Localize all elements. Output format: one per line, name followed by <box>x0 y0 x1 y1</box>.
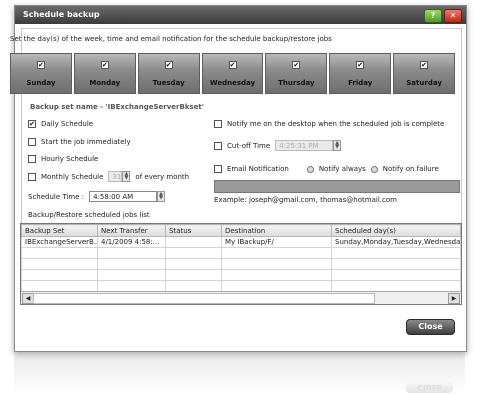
intro-text: Set the day(s) of the week, time and ema… <box>10 35 332 43</box>
month-day-spinner[interactable]: ▲ ▼ <box>122 171 131 182</box>
day-sunday[interactable]: ✔ Sunday <box>10 53 72 94</box>
start-immediately-label: Start the job immediately <box>41 138 131 146</box>
cell-status <box>165 236 222 248</box>
cutoff-time-checkbox[interactable] <box>214 141 222 150</box>
day-monday[interactable]: ✔ Monday <box>73 53 136 94</box>
title-bar: Schedule backup ? ✕ <box>15 6 466 24</box>
email-address-input[interactable] <box>214 180 460 193</box>
close-button-reflection: Close <box>406 381 453 393</box>
jobs-list-title: Backup/Restore scheduled jobs list <box>28 211 150 219</box>
schedule-time-spinner[interactable]: ▲ ▼ <box>157 191 166 202</box>
month-day-field[interactable]: 31 <box>108 171 123 182</box>
cell-next-transfer: 4/1/2009 4:58:... <box>97 236 166 248</box>
hourly-schedule-label: Hourly Schedule <box>41 155 99 163</box>
monday-checkbox[interactable]: ✔ <box>100 61 109 69</box>
day-friday[interactable]: ✔ Friday <box>329 53 392 94</box>
day-label: Thursday <box>278 79 315 87</box>
day-tuesday[interactable]: ✔ Tuesday <box>137 53 200 94</box>
tuesday-checkbox[interactable]: ✔ <box>164 61 173 69</box>
start-immediately-option[interactable]: Start the job immediately <box>28 138 131 146</box>
window-reflection <box>14 352 465 394</box>
schedule-time-option: Schedule Time : 4:58:00 AM ▲ ▼ <box>28 191 166 202</box>
day-saturday[interactable]: ✔ Saturday <box>393 53 456 94</box>
table-row <box>21 258 461 270</box>
schedule-time-label: Schedule Time : <box>28 192 85 201</box>
close-window-icon[interactable]: ✕ <box>444 9 462 23</box>
column-header-next-transfer[interactable]: Next Transfer <box>97 224 166 237</box>
notify-failure-label: Notify on failure <box>382 165 439 173</box>
table-row <box>21 269 461 281</box>
day-wednesday[interactable]: ✔ Wednesday <box>201 53 264 94</box>
day-label: Friday <box>348 79 373 87</box>
thursday-checkbox[interactable]: ✔ <box>292 61 301 69</box>
daily-schedule-option[interactable]: ✔ Daily Schedule <box>28 120 93 128</box>
notify-always-label: Notify always <box>318 165 366 173</box>
daily-schedule-checkbox[interactable]: ✔ <box>28 120 36 128</box>
monthly-schedule-checkbox[interactable] <box>28 172 36 181</box>
email-notification-label: Email Notification <box>227 165 289 173</box>
notify-desktop-label: Notify me on the desktop when the schedu… <box>227 120 445 128</box>
notify-always-radio[interactable] <box>306 165 314 173</box>
backup-set-name: Backup set name - 'IBExchangeServerBkset… <box>30 103 204 111</box>
horizontal-scrollbar[interactable]: ◀ ▶ <box>21 291 461 304</box>
notify-desktop-checkbox[interactable] <box>214 120 222 128</box>
schedule-time-field[interactable]: 4:58:00 AM <box>89 191 158 202</box>
table-row <box>21 247 461 259</box>
cutoff-time-option: Cut-off Time 4:25:31 PM ▲ ▼ <box>214 140 342 151</box>
jobs-list: Backup Set Next Transfer Status Destinat… <box>20 223 462 305</box>
wednesday-checkbox[interactable]: ✔ <box>228 61 237 69</box>
monthly-schedule-label: Monthly Schedule <box>41 172 104 181</box>
day-label: Monday <box>89 79 121 87</box>
monthly-schedule-option: Monthly Schedule 31 ▲ ▼ of every month <box>28 171 189 182</box>
help-button[interactable]: ? <box>424 9 442 23</box>
column-header-scheduled-days[interactable]: Scheduled day(s) <box>331 224 461 237</box>
scroll-right-icon[interactable]: ▶ <box>448 293 460 304</box>
cutoff-time-label: Cut-off Time <box>227 141 271 150</box>
notify-desktop-option[interactable]: Notify me on the desktop when the schedu… <box>214 120 444 128</box>
day-label: Tuesday <box>152 79 185 87</box>
cell-scheduled-days: Sunday,Monday,Tuesday,Wednesday <box>331 236 461 248</box>
daily-schedule-label: Daily Schedule <box>41 120 94 128</box>
jobs-table: Backup Set Next Transfer Status Destinat… <box>21 224 461 292</box>
day-label: Sunday <box>26 79 56 87</box>
email-notification-checkbox[interactable] <box>214 165 222 173</box>
monthly-suffix: of every month <box>135 172 190 181</box>
column-header-backup-set[interactable]: Backup Set <box>21 224 98 237</box>
hourly-schedule-checkbox[interactable] <box>28 155 36 163</box>
notify-failure-radio[interactable] <box>370 165 378 173</box>
cell-backup-set: IBExchangeServerB... <box>21 236 98 248</box>
email-example-text: Example: joseph@gmail.com, thomas@hotmai… <box>214 196 397 204</box>
day-label: Saturday <box>406 79 442 87</box>
column-header-destination[interactable]: Destination <box>221 224 332 237</box>
saturday-checkbox[interactable]: ✔ <box>420 61 429 69</box>
window-title: Schedule backup <box>23 10 100 19</box>
hourly-schedule-option[interactable]: Hourly Schedule <box>28 155 98 163</box>
day-selector: ✔ Sunday ✔ Monday ✔ Tuesday ✔ Wednesday … <box>10 53 456 94</box>
table-row <box>21 280 461 292</box>
close-button[interactable]: Close <box>406 319 455 335</box>
email-notification-option: Email Notification Notify always Notify … <box>214 165 439 173</box>
table-row[interactable]: IBExchangeServerB... 4/1/2009 4:58:... M… <box>21 236 461 248</box>
day-label: Wednesday <box>209 79 256 87</box>
cell-destination: My IBackup/F/ <box>221 236 332 248</box>
jobs-header-row: Backup Set Next Transfer Status Destinat… <box>21 224 461 237</box>
cutoff-time-spinner[interactable]: ▲ ▼ <box>333 140 342 151</box>
day-thursday[interactable]: ✔ Thursday <box>265 53 328 94</box>
cutoff-time-field[interactable]: 4:25:31 PM <box>275 140 334 151</box>
sunday-checkbox[interactable]: ✔ <box>36 61 45 69</box>
column-header-status[interactable]: Status <box>165 224 222 237</box>
scroll-thumb[interactable] <box>33 293 375 304</box>
friday-checkbox[interactable]: ✔ <box>356 61 365 69</box>
start-immediately-checkbox[interactable] <box>28 138 36 146</box>
